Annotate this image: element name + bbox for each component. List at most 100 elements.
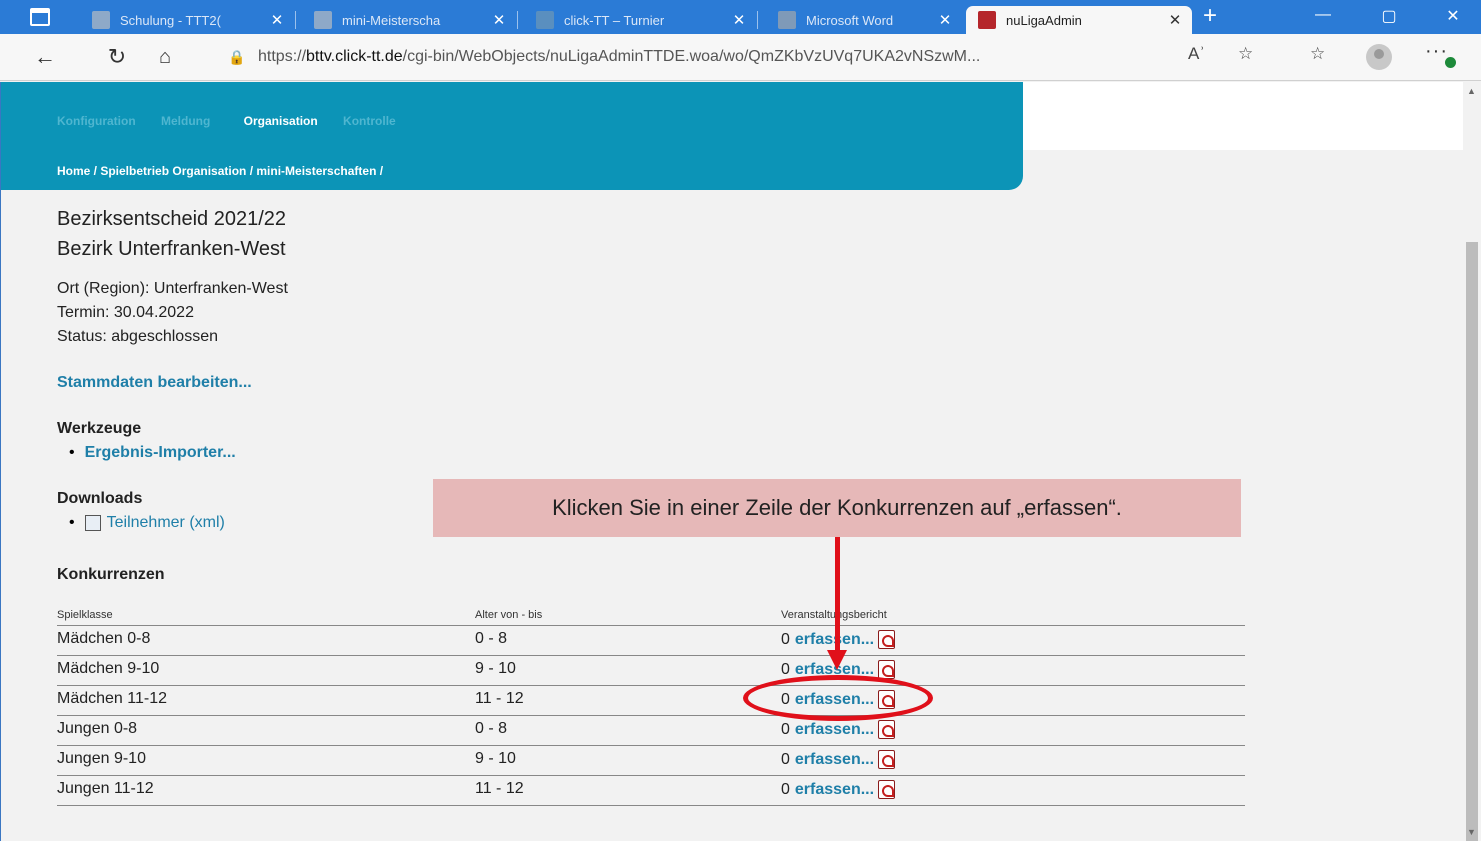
calendar-favicon-icon: [92, 11, 110, 29]
report-count: 0: [781, 660, 790, 678]
report-cell: 0 erfassen...: [781, 720, 896, 739]
column-header-report: Veranstaltungsbericht: [781, 609, 887, 621]
page-subtitle: Bezirk Unterfranken-West: [57, 238, 286, 260]
tab-title: Microsoft Word: [806, 12, 894, 28]
annotation-arrow-head: [827, 650, 847, 670]
table-header: Spielklasse Alter von - bis Veranstaltun…: [57, 607, 1245, 626]
edit-master-data-link[interactable]: Stammdaten bearbeiten...: [57, 374, 252, 392]
home-icon[interactable]: ⌂: [150, 43, 180, 73]
tab-bar: Schulung - TTT2( ✕ mini-Meisterscha ✕ cl…: [0, 0, 1481, 34]
event-location: Ort (Region): Unterfranken-West: [57, 280, 288, 297]
tools-heading: Werkzeuge: [57, 420, 142, 437]
result-importer-link[interactable]: Ergebnis-Importer...: [85, 444, 236, 461]
breadcrumb[interactable]: Home / Spielbetrieb Organisation / mini-…: [57, 164, 383, 178]
click-tt-favicon-icon: [536, 11, 554, 29]
class-cell: Jungen 9-10: [57, 750, 146, 767]
pdf-icon[interactable]: [878, 750, 896, 769]
table-row: Mädchen 0-8 0 - 8 0erfassen...: [57, 626, 1245, 656]
nav-konfiguration[interactable]: Konfiguration: [57, 114, 136, 128]
vertical-scrollbar[interactable]: ▲ ▼: [1463, 82, 1481, 841]
xml-file-icon: [84, 515, 101, 531]
maximize-icon[interactable]: ▢: [1374, 6, 1404, 26]
pdf-icon[interactable]: [878, 630, 896, 649]
close-icon[interactable]: ✕: [1164, 11, 1186, 29]
favorites-icon[interactable]: ☆: [1310, 44, 1325, 64]
add-favorite-icon[interactable]: ☆: [1238, 44, 1253, 64]
age-cell: 0 - 8: [475, 630, 508, 647]
event-status: Status: abgeschlossen: [57, 328, 218, 345]
competitions-heading: Konkurrenzen: [57, 566, 165, 583]
class-cell: Mädchen 9-10: [57, 660, 160, 677]
nuliga-favicon-icon: [978, 11, 996, 29]
close-window-icon[interactable]: ✕: [1438, 6, 1468, 26]
report-count: 0: [781, 630, 790, 648]
downloads-heading: Downloads: [57, 490, 143, 507]
tab-nuligaadmin[interactable]: nuLigaAdmin ✕: [966, 6, 1192, 34]
report-cell: 0 erfassen...: [781, 750, 896, 769]
back-icon[interactable]: ←: [30, 43, 60, 73]
site-header: Konfiguration Meldung Organisation Kontr…: [1, 82, 1023, 190]
nav-organisation[interactable]: Organisation: [244, 114, 318, 128]
annotation-arrow: [835, 537, 840, 655]
instruction-callout: Klicken Sie in einer Zeile der Konkurren…: [433, 479, 1241, 537]
pdf-icon[interactable]: [878, 660, 896, 679]
tab-click-tt[interactable]: click-TT – Turnier ✕: [524, 6, 758, 34]
table-row: Jungen 11-12 11 - 12 0 erfassen...: [57, 776, 1245, 806]
age-cell: 9 - 10: [475, 660, 516, 677]
close-icon[interactable]: ✕: [488, 11, 510, 29]
nav-meldung[interactable]: Meldung: [161, 114, 210, 128]
column-header-class: Spielklasse: [57, 609, 113, 621]
erfassen-link[interactable]: erfassen...: [795, 721, 874, 739]
age-cell: 11 - 12: [475, 780, 524, 797]
new-tab-icon[interactable]: +: [1203, 4, 1217, 28]
scroll-up-icon[interactable]: ▲: [1467, 86, 1476, 96]
age-cell: 11 - 12: [475, 690, 524, 707]
scroll-down-icon[interactable]: ▼: [1467, 827, 1476, 837]
reload-icon[interactable]: ↻: [102, 43, 132, 73]
table-row: Mädchen 11-12 11 - 12 0 erfassen...: [57, 686, 1245, 716]
scrollbar-thumb[interactable]: [1466, 242, 1478, 841]
report-count: 0: [781, 720, 790, 738]
erfassen-link[interactable]: erfassen...: [795, 781, 874, 799]
tab-schulung[interactable]: Schulung - TTT2( ✕: [80, 6, 296, 34]
minimize-icon[interactable]: —: [1308, 6, 1338, 24]
url-text: https://bttv.click-tt.de/cgi-bin/WebObje…: [258, 48, 981, 65]
participants-xml-link[interactable]: Teilnehmer (xml): [107, 514, 225, 532]
pdf-icon[interactable]: [878, 780, 896, 799]
table-row: Mädchen 9-10 9 - 10 0 erfassen...: [57, 656, 1245, 686]
report-count: 0: [781, 780, 790, 798]
tools-list-item: • Ergebnis-Importer...: [69, 444, 236, 461]
column-header-age: Alter von - bis: [475, 609, 543, 621]
page-title: Bezirksentscheid 2021/22: [57, 208, 287, 230]
erfassen-link[interactable]: erfassen...: [795, 751, 874, 769]
annotation-highlight-ellipse: [743, 675, 933, 721]
profile-avatar[interactable]: [1366, 44, 1392, 70]
class-cell: Jungen 11-12: [57, 780, 154, 797]
lock-icon[interactable]: 🔒: [224, 49, 250, 66]
read-aloud-icon[interactable]: Aʾ: [1188, 44, 1205, 64]
pdf-icon[interactable]: [878, 720, 896, 739]
nav-kontrolle[interactable]: Kontrolle: [343, 114, 396, 128]
report-count: 0: [781, 750, 790, 768]
main-nav: Konfiguration Meldung Organisation Kontr…: [57, 114, 418, 128]
tab-title: click-TT – Turnier: [564, 12, 665, 28]
age-cell: 0 - 8: [475, 720, 508, 737]
table-row: Jungen 0-8 0 - 8 0 erfassen...: [57, 716, 1245, 746]
class-cell: Mädchen 11-12: [57, 690, 167, 707]
close-icon[interactable]: ✕: [266, 11, 288, 29]
tab-title: nuLigaAdmin: [1006, 12, 1082, 28]
header-right-panel: [1023, 82, 1463, 150]
tab-actions-icon[interactable]: [30, 8, 50, 26]
tab-mini-meisterschaft[interactable]: mini-Meisterscha ✕: [302, 6, 518, 34]
age-cell: 9 - 10: [475, 750, 516, 767]
tab-title: Schulung - TTT2(: [120, 12, 221, 28]
downloads-list-item: • Teilnehmer (xml): [69, 514, 225, 532]
close-icon[interactable]: ✕: [728, 11, 750, 29]
class-cell: Mädchen 0-8: [57, 630, 151, 647]
tab-microsoft-word[interactable]: Microsoft Word ✕: [766, 6, 962, 34]
address-bar[interactable]: 🔒 https://bttv.click-tt.de/cgi-bin/WebOb…: [224, 40, 1264, 74]
close-icon[interactable]: ✕: [934, 11, 956, 29]
word-favicon-icon: [778, 11, 796, 29]
report-cell: 0 erfassen...: [781, 780, 896, 799]
table-row: Jungen 9-10 9 - 10 0 erfassen...: [57, 746, 1245, 776]
